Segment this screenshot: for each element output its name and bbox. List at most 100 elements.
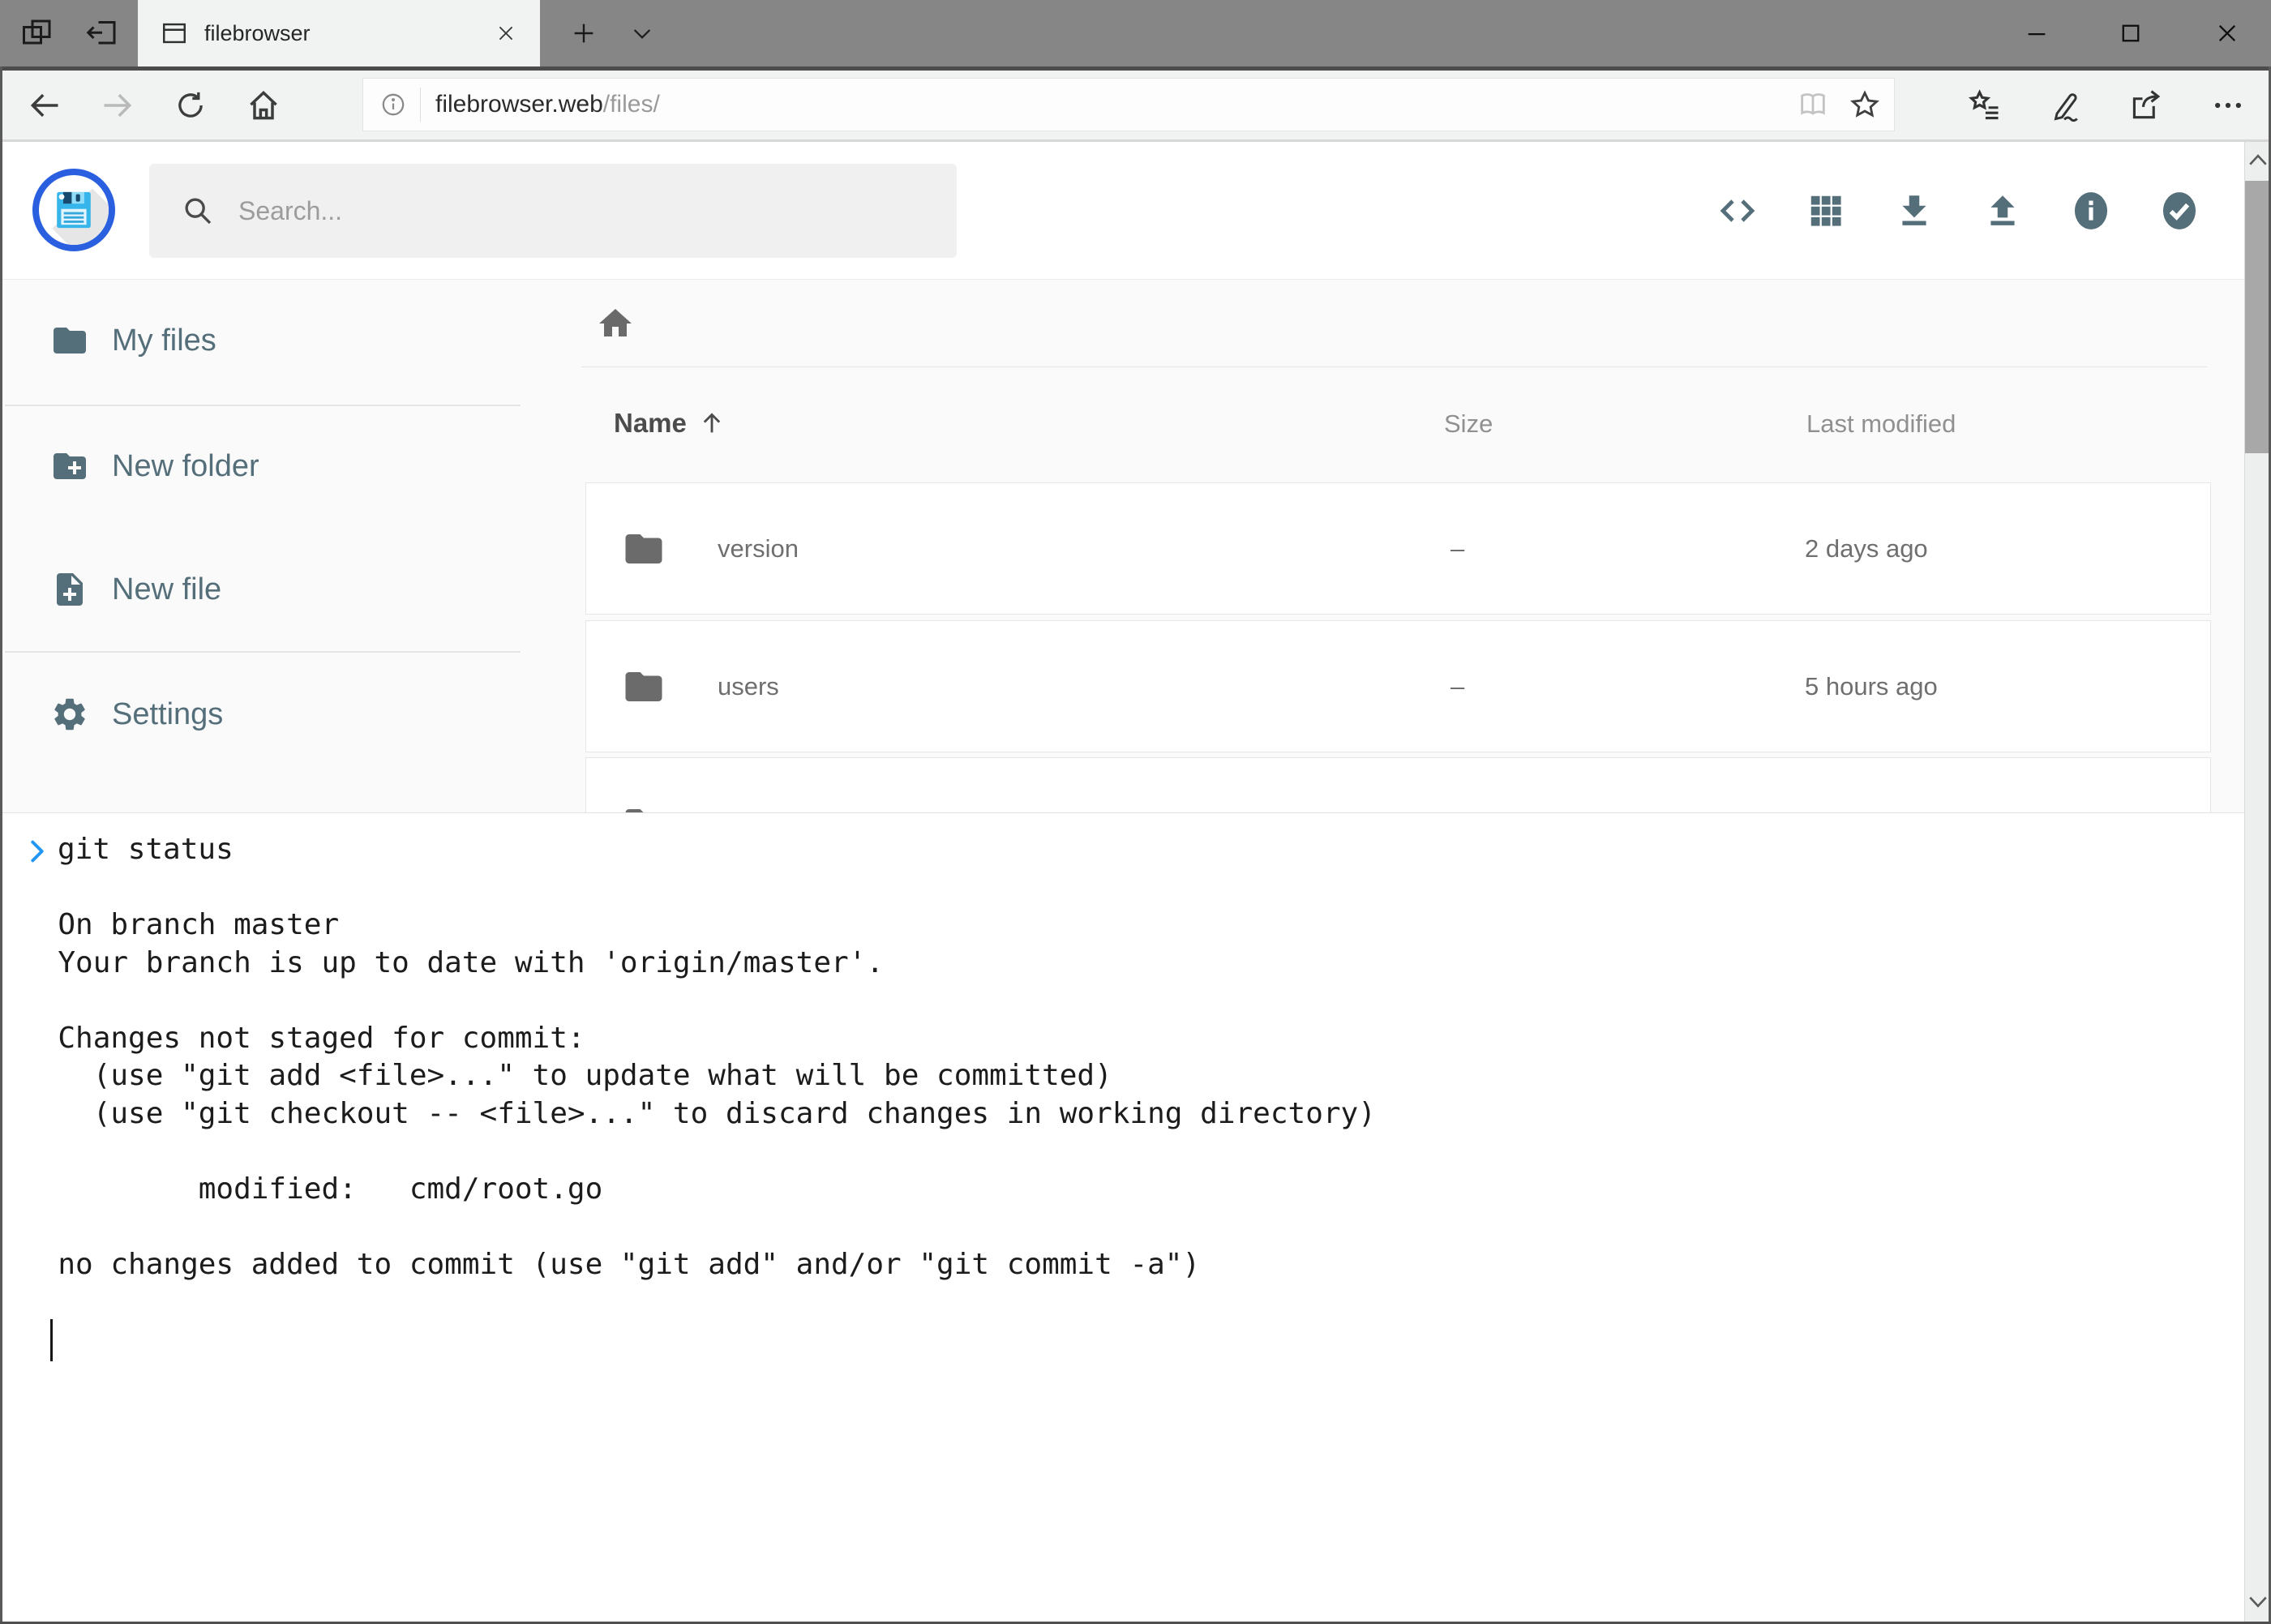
minimize-button[interactable] (1999, 0, 2074, 66)
row-modified: 5 hours ago (1805, 621, 1938, 752)
file-row-version[interactable]: version – 2 days ago (585, 482, 2211, 615)
row-size: – (1450, 483, 1464, 614)
new-tab-button[interactable] (555, 0, 613, 66)
sidebar-item-settings[interactable]: Settings (0, 669, 523, 760)
upload-icon (1982, 191, 2023, 231)
back-button[interactable] (8, 71, 81, 139)
tab-preview-button[interactable] (8, 0, 66, 66)
breadcrumb-home-button[interactable] (593, 301, 638, 346)
upload-button[interactable] (1958, 142, 2046, 280)
forward-button[interactable] (81, 71, 154, 139)
sidebar-item-my-files[interactable]: My files (0, 295, 523, 386)
row-name: users (718, 621, 779, 752)
select-multiple-button[interactable] (2135, 142, 2223, 280)
folder-plus-icon (50, 447, 89, 486)
scroll-down-button[interactable] (2245, 1584, 2271, 1620)
add-favorite-button[interactable] (1842, 82, 1888, 127)
page-content: My files New folder New file Settings Na… (0, 280, 2244, 812)
close-window-button[interactable] (2189, 0, 2265, 66)
address-bar[interactable]: filebrowser.web/files/ (362, 78, 1895, 131)
tab-title: filebrowser (204, 21, 472, 46)
home-icon (246, 88, 281, 123)
url-host: filebrowser.web (435, 91, 603, 118)
column-label: Name (614, 408, 687, 439)
floppy-icon (53, 187, 95, 233)
web-notes-pen-icon (2048, 88, 2084, 123)
folder-icon (622, 527, 666, 571)
file-row-storage[interactable]: storage – 2 days ago (585, 757, 2211, 812)
breadcrumb-home-icon (596, 304, 635, 343)
terminal-output: git status On branch master Your branch … (23, 831, 1376, 1359)
refresh-button[interactable] (154, 71, 227, 139)
url-path: /files/ (603, 91, 660, 118)
hub-favorites-button[interactable] (1946, 71, 2024, 139)
share-button[interactable] (2108, 71, 2186, 139)
terminal-line: Changes not staged for commit: (23, 1020, 1376, 1058)
refresh-icon (174, 88, 208, 122)
titlebar: filebrowser (0, 0, 2271, 66)
terminal-line (23, 1283, 1376, 1322)
forward-icon (100, 88, 135, 123)
terminal-line (23, 1133, 1376, 1171)
tab-list-dropdown-button[interactable] (613, 0, 671, 66)
raw-view-button[interactable] (1693, 142, 1781, 280)
terminal-line (23, 982, 1376, 1020)
new-tab-icon (570, 19, 598, 47)
window-border-left (0, 66, 2, 1624)
hub-icon (1967, 88, 2003, 123)
minimize-icon (2025, 21, 2049, 45)
scroll-up-button[interactable] (2245, 142, 2271, 178)
url-separator (420, 88, 421, 122)
download-button[interactable] (1870, 142, 1958, 280)
terminal-line: modified: cmd/root.go (23, 1171, 1376, 1209)
sidebar-item-new-file[interactable]: New file (0, 544, 523, 635)
close-tab-button[interactable] (488, 15, 524, 51)
info-button[interactable] (2046, 142, 2135, 280)
grid-view-button[interactable] (1781, 142, 1870, 280)
set-tabs-aside-button[interactable] (73, 0, 131, 66)
sidebar-divider (5, 651, 521, 653)
sidebar-item-label: New file (112, 572, 221, 607)
listing-divider (581, 366, 2207, 367)
row-modified: 2 days ago (1805, 483, 1928, 614)
check-filled-icon (2158, 188, 2200, 234)
terminal-cursor-line (23, 1322, 1376, 1360)
column-header-modified[interactable]: Last modified (1806, 409, 1956, 439)
file-row-users[interactable]: users – 5 hours ago (585, 620, 2211, 752)
download-icon (1894, 191, 1935, 231)
sidebar-item-label: My files (112, 324, 216, 358)
search-input[interactable] (238, 196, 932, 226)
home-button[interactable] (227, 71, 300, 139)
folder-icon (622, 802, 666, 812)
file-plus-icon (50, 570, 89, 609)
scroll-up-icon (2247, 152, 2269, 167)
reading-view-button[interactable] (1790, 82, 1836, 127)
settings-more-button[interactable] (2189, 71, 2267, 139)
close-window-icon (2215, 21, 2239, 45)
file-listing: Name Size Last modified version – 2 days… (523, 280, 2244, 812)
browser-tab[interactable]: filebrowser (138, 0, 540, 66)
more-dots-icon (2210, 88, 2246, 123)
filebrowser-logo[interactable] (32, 169, 115, 251)
set-tabs-aside-icon (85, 16, 119, 50)
column-header-name[interactable]: Name (614, 408, 726, 439)
terminal-line: (use "git add <file>..." to update what … (23, 1057, 1376, 1095)
terminal[interactable]: git status On branch master Your branch … (0, 812, 2244, 1622)
scrollbar-thumb[interactable] (2245, 181, 2271, 453)
row-name: version (718, 483, 799, 614)
row-size: – (1450, 621, 1464, 752)
browser-toolbar: filebrowser.web/files/ (0, 71, 2271, 139)
page-scrollbar[interactable] (2244, 142, 2271, 1622)
reading-view-icon (1797, 88, 1829, 121)
search-bar[interactable] (149, 164, 957, 258)
terminal-command: git status (23, 831, 234, 869)
sidebar-item-new-folder[interactable]: New folder (0, 421, 523, 512)
maximize-button[interactable] (2093, 0, 2168, 66)
column-header-size[interactable]: Size (1444, 409, 1493, 439)
text-cursor (50, 1319, 53, 1361)
sort-up-icon (698, 409, 726, 437)
folder-icon (50, 321, 89, 360)
web-notes-button[interactable] (2027, 71, 2105, 139)
info-circle-icon (379, 91, 407, 118)
row-name: storage (718, 758, 801, 812)
